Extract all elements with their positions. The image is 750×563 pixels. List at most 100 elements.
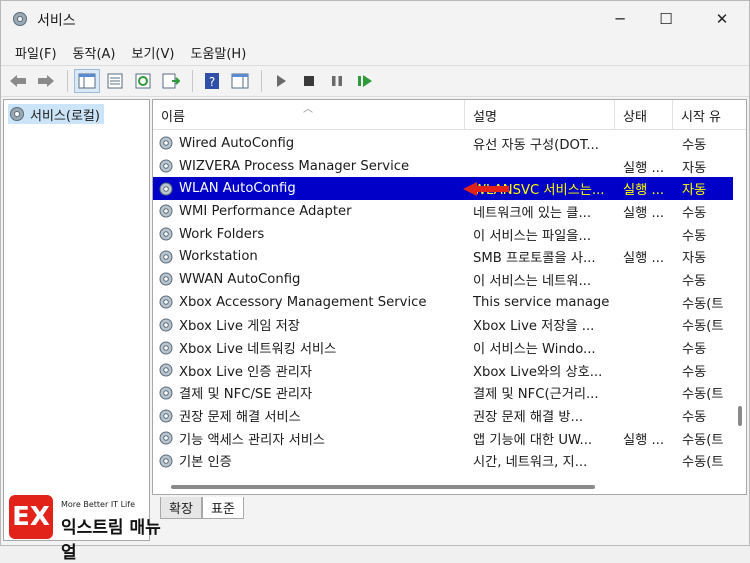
start-service-button[interactable] (268, 69, 294, 93)
service-row[interactable]: WLAN AutoConfig WLANSVC 서비스는... 실행 ... 자동 (153, 177, 733, 201)
service-startup-type: 수동(트 (682, 455, 724, 471)
stop-service-button[interactable] (296, 69, 322, 93)
tab-standard[interactable]: 표준 (202, 497, 244, 519)
service-row[interactable]: WWAN AutoConfig 이 서비스는 네트워... 수동 (153, 268, 733, 291)
service-name: WWAN AutoConfig (179, 271, 301, 287)
service-row[interactable]: Xbox Live 네트워킹 서비스 이 서비스는 Windo... 수동 (153, 336, 733, 359)
menu-help[interactable]: 도움말(H) (182, 43, 254, 62)
service-gear-icon (159, 250, 173, 264)
forward-button[interactable] (33, 69, 59, 93)
service-gear-icon (159, 227, 173, 241)
service-row[interactable]: Xbox Live 게임 저장 Xbox Live 저장을 ... 수동(트 (153, 314, 733, 337)
action-pane-icon (231, 73, 249, 89)
service-row[interactable]: 결제 및 NFC/SE 관리자 결제 및 NFC(근거리... 수동(트 (153, 382, 733, 405)
play-icon (277, 75, 286, 87)
toolbar-separator (67, 70, 68, 92)
service-status: 실행 ... (623, 183, 665, 199)
service-name-cell: WIZVERA Process Manager Service (157, 155, 469, 178)
service-name: WIZVERA Process Manager Service (179, 158, 410, 174)
maximize-button[interactable]: ☐ (643, 1, 689, 37)
service-row[interactable]: Xbox Live 인증 관리자 Xbox Live와의 상호... 수동 (153, 359, 733, 382)
service-row[interactable]: Wired AutoConfig 유선 자동 구성(DOT... 수동 (153, 132, 733, 155)
properties-button[interactable] (102, 69, 128, 93)
service-row[interactable]: 권장 문제 해결 서비스 권장 문제 해결 방... 수동 (153, 404, 733, 427)
horizontal-scroll-thumb[interactable] (171, 485, 595, 489)
service-gear-icon (159, 363, 173, 377)
service-status (623, 291, 671, 314)
help-button[interactable]: ? (199, 69, 225, 93)
service-name-cell: Xbox Live 네트워킹 서비스 (157, 336, 469, 359)
tree-item-label: 서비스(로컬) (30, 108, 100, 124)
minimize-button[interactable]: ─ (597, 1, 643, 37)
service-gear-icon (159, 295, 173, 309)
export-list-button[interactable] (158, 69, 184, 93)
service-row[interactable]: WIZVERA Process Manager Service 실행 ... 자동 (153, 155, 733, 178)
service-row[interactable]: Xbox Accessory Management Service This se… (153, 291, 733, 314)
service-name-cell: WLAN AutoConfig (157, 177, 469, 200)
service-status (623, 450, 671, 473)
refresh-icon (135, 73, 151, 89)
service-description: SMB 프로토콜을 사... (473, 251, 596, 267)
service-startup-type: 수동 (682, 205, 707, 221)
vertical-scrollbar[interactable] (733, 132, 746, 494)
back-button[interactable] (5, 69, 31, 93)
service-startup-type: 수동 (682, 137, 707, 153)
toolbar: ? (1, 65, 749, 97)
close-button[interactable]: ✕ (699, 1, 745, 37)
minimize-icon: ─ (615, 10, 625, 28)
logo-name: 익스트림 매뉴얼 (61, 518, 161, 563)
forward-arrow-icon (38, 75, 54, 87)
show-action-pane-button[interactable] (227, 69, 253, 93)
service-gear-icon (159, 318, 173, 332)
column-header-startup-type[interactable]: 시작 유 (673, 100, 746, 130)
service-status: 실행 ... (623, 251, 665, 267)
title-bar: 서비스 ─ ☐ ✕ (1, 1, 749, 37)
service-gear-icon (159, 431, 173, 445)
restart-service-button[interactable] (352, 69, 378, 93)
horizontal-scrollbar[interactable] (153, 480, 733, 494)
tree-item-services-local[interactable]: 서비스(로컬) (8, 104, 104, 124)
svg-text:?: ? (209, 75, 215, 89)
service-row[interactable]: WMI Performance Adapter 네트워크에 있는 클... 실행 .… (153, 200, 733, 223)
service-name: Xbox Live 네트워킹 서비스 (179, 342, 337, 358)
service-status (623, 382, 671, 405)
menu-file[interactable]: 파일(F) (7, 43, 65, 62)
service-startup-type: 수동(트 (682, 296, 724, 312)
service-gear-icon (159, 182, 173, 196)
service-status: 실행 ... (623, 205, 665, 221)
column-header-status[interactable]: 상태 (615, 100, 673, 130)
refresh-button[interactable] (130, 69, 156, 93)
service-startup-type: 수동 (682, 364, 707, 380)
service-row[interactable]: Workstation SMB 프로토콜을 사... 실행 ... 자동 (153, 245, 733, 268)
service-status (623, 336, 671, 359)
services-gear-icon (13, 12, 27, 26)
column-label: 시작 유 (681, 109, 722, 125)
service-row[interactable]: Work Folders 이 서비스는 파일을... 수동 (153, 223, 733, 246)
service-name: 결제 및 NFC/SE 관리자 (179, 387, 313, 403)
console-tree: 서비스(로컬) (3, 99, 150, 541)
pause-service-button[interactable] (324, 69, 350, 93)
show-hide-tree-button[interactable] (74, 69, 100, 93)
column-label: 설명 (473, 109, 497, 125)
view-tabs: 확장 표준 (152, 497, 452, 521)
service-name-cell: Wired AutoConfig (157, 132, 469, 155)
service-description: 앱 기능에 대한 UW... (473, 432, 593, 448)
sort-ascending-icon: ︿ (303, 104, 313, 115)
menu-view[interactable]: 보기(V) (124, 43, 183, 62)
properties-icon (107, 73, 123, 89)
menu-action[interactable]: 동작(A) (65, 43, 124, 62)
service-row[interactable]: 기능 액세스 관리자 서비스 앱 기능에 대한 UW... 실행 ... 수동(트 (153, 427, 733, 450)
pause-icon (332, 76, 342, 86)
vertical-scroll-thumb[interactable] (738, 406, 742, 426)
column-header-description[interactable]: 설명 (465, 100, 615, 130)
service-description: 시간, 네트워크, 지... (473, 455, 588, 471)
logo-mark: EX (9, 495, 53, 539)
service-gear-icon (159, 409, 173, 423)
logo-tagline: More Better IT Life (61, 500, 136, 509)
service-status (623, 314, 671, 337)
service-gear-icon (159, 204, 173, 218)
tab-label: 확장 (169, 502, 193, 517)
service-row[interactable]: 기본 인증 시간, 네트워크, 지... 수동(트 (153, 450, 733, 473)
service-name-cell: 기본 인증 (157, 450, 469, 473)
service-status (623, 268, 671, 291)
